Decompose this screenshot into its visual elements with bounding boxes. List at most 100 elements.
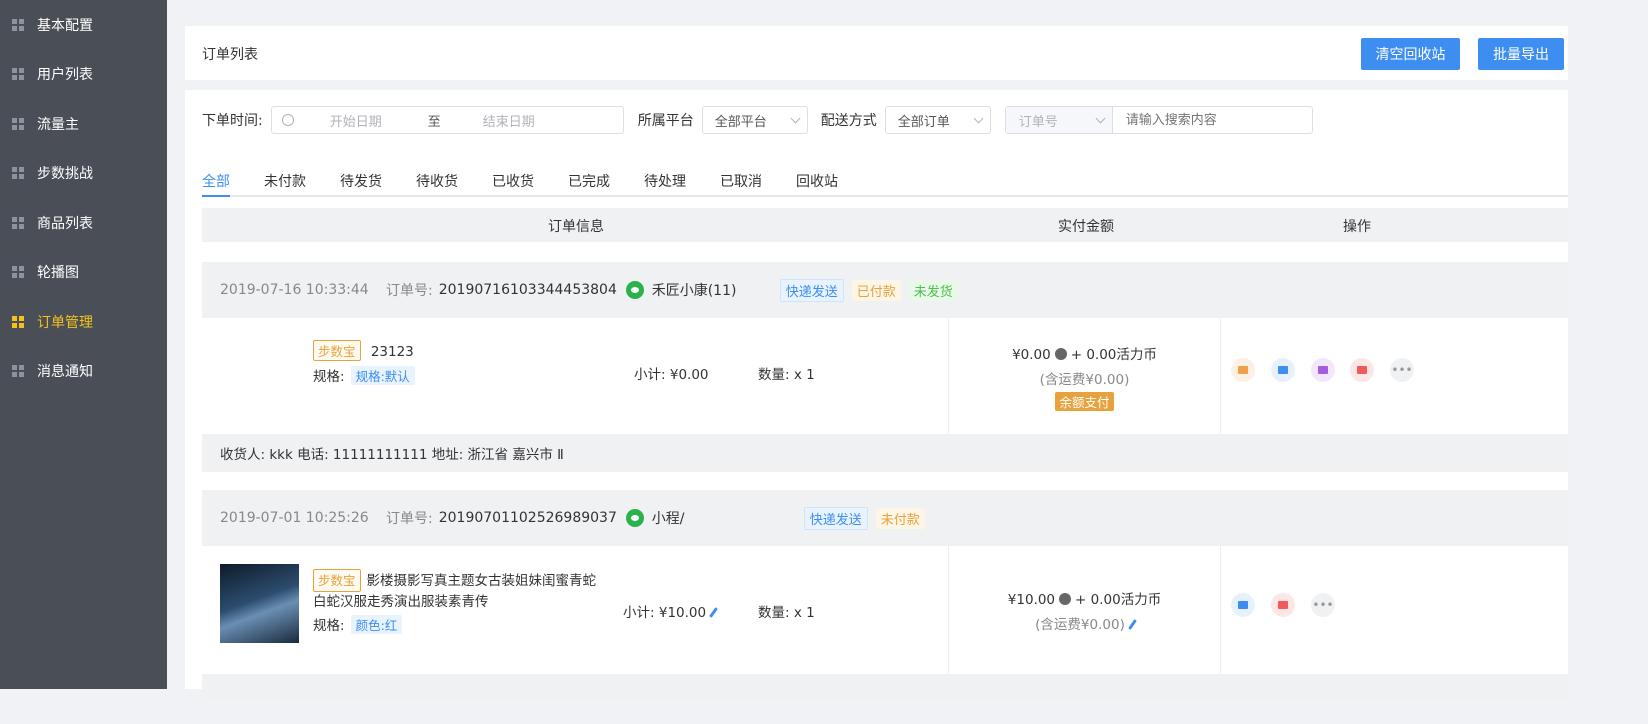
delivery-label: 配送方式 xyxy=(820,113,877,129)
print-icon[interactable] xyxy=(1271,358,1295,382)
search-field-select[interactable]: 订单号 xyxy=(1005,107,1113,133)
end-date-input[interactable]: 结束日期 xyxy=(483,111,535,130)
product-name-line1: 影楼摄影写真主题女古装姐妹闺蜜青蛇 xyxy=(366,573,597,589)
order-body: 步数宝 影楼摄影写真主题女古装姐妹闺蜜青蛇 白蛇汉服走秀演出服装素青传 规格: 颜色… xyxy=(202,546,1568,674)
delivery-tag: 快递发送 xyxy=(803,506,868,530)
shop-name: 小程/ xyxy=(651,511,685,527)
sidebar-item[interactable]: 用户列表 xyxy=(0,50,167,100)
sidebar-item[interactable]: 轮播图 xyxy=(0,248,167,298)
qty-label: 数量: xyxy=(758,605,790,621)
more-icon[interactable]: ••• xyxy=(1390,358,1414,382)
status-tab[interactable]: 待收货 xyxy=(416,163,458,195)
wechat-icon xyxy=(625,509,644,527)
search-input[interactable] xyxy=(1112,108,1303,132)
product-image[interactable] xyxy=(220,564,299,643)
sidebar-item[interactable]: 订单管理 xyxy=(0,297,167,347)
wechat-icon xyxy=(625,281,644,299)
shipping-fee: (含运费¥0.00) xyxy=(1035,617,1125,633)
amount-coins: + 0.00活力币 xyxy=(1070,347,1157,363)
platform-select[interactable]: 全部平台 xyxy=(701,106,808,134)
grid-icon xyxy=(12,365,24,378)
message-icon[interactable] xyxy=(1350,358,1374,382)
spec-value: 规格:默认 xyxy=(350,366,415,385)
product-name-line2: 白蛇汉服走秀演出服装素青传 xyxy=(313,594,489,610)
sidebar-item[interactable]: 消息通知 xyxy=(0,347,167,397)
product-badge: 步数宝 xyxy=(313,340,361,361)
edit-icon[interactable] xyxy=(1127,619,1137,630)
shipping-fee: (含运费¥0.00) xyxy=(1039,372,1130,388)
order-ops: ••• xyxy=(1221,546,1568,674)
subtotal-value: ¥10.00 xyxy=(658,605,707,621)
grid-icon xyxy=(12,266,24,279)
info-icon[interactable] xyxy=(1054,348,1067,360)
order-product: 步数宝 23123 规格: 规格:默认 小计: ¥0.00 数量: x 1 xyxy=(202,318,949,434)
status-tab[interactable]: 已完成 xyxy=(568,163,610,195)
search-field-value: 订单号 xyxy=(1018,114,1058,130)
status-tab[interactable]: 待发货 xyxy=(340,163,382,195)
date-range-picker[interactable]: 开始日期 至 结束日期 xyxy=(270,106,624,134)
sidebar-item-label: 用户列表 xyxy=(37,67,93,84)
status-tab[interactable]: 回收站 xyxy=(796,163,838,195)
delivery-tag: 快递发送 xyxy=(779,278,844,302)
col-ops: 操作 xyxy=(1343,219,1371,235)
qty-value: x 1 xyxy=(793,367,815,383)
delivery-select-value: 全部订单 xyxy=(897,114,950,130)
sidebar-item[interactable]: 流量主 xyxy=(0,99,167,149)
order-product: 步数宝 影楼摄影写真主题女古装姐妹闺蜜青蛇 白蛇汉服走秀演出服装素青传 规格: 颜色… xyxy=(202,546,949,674)
subtotal-label: 小计: xyxy=(634,367,666,383)
order-body: 步数宝 23123 规格: 规格:默认 小计: ¥0.00 数量: x 1 ¥0… xyxy=(202,318,1568,434)
platform-label: 所属平台 xyxy=(637,113,694,129)
amount-value: ¥0.00 xyxy=(1012,347,1051,363)
sidebar-item[interactable]: 商品列表 xyxy=(0,198,167,248)
order-header: 2019-07-01 10:25:26 订单号: 201907011025269… xyxy=(202,490,1568,546)
qty-value: x 1 xyxy=(793,605,815,621)
order-ops: ••• xyxy=(1221,318,1568,434)
sidebar-item-label: 基本配置 xyxy=(37,17,93,34)
sidebar-item-label: 步数挑战 xyxy=(37,166,93,183)
message-icon[interactable] xyxy=(1271,593,1295,617)
amount-value: ¥10.00 xyxy=(1007,592,1056,608)
search-group: 订单号 xyxy=(1004,106,1313,134)
chevron-down-icon xyxy=(1095,113,1106,123)
info-icon[interactable] xyxy=(1059,593,1072,605)
status-tab[interactable]: 未付款 xyxy=(264,163,306,195)
delivery-select[interactable]: 全部订单 xyxy=(884,106,991,134)
status-tab[interactable]: 待处理 xyxy=(644,163,686,195)
qty-label: 数量: xyxy=(758,367,790,383)
order-no: 20190716103344453804 xyxy=(438,282,617,298)
sidebar-item-label: 消息通知 xyxy=(37,364,93,381)
grid-icon xyxy=(12,216,24,229)
status-tab[interactable]: 已收货 xyxy=(492,163,534,195)
sidebar-item-label: 订单管理 xyxy=(37,314,93,331)
col-order-info: 订单信息 xyxy=(548,219,604,235)
print-icon[interactable] xyxy=(1231,593,1255,617)
order-no-label: 订单号: xyxy=(386,283,433,299)
subtotal-label: 小计: xyxy=(623,605,655,621)
order-time-label: 下单时间: xyxy=(202,113,263,129)
shirt-icon[interactable] xyxy=(1311,358,1335,382)
order-no: 20190701102526989037 xyxy=(438,510,617,526)
grid-icon xyxy=(12,315,24,328)
product-badge: 步数宝 xyxy=(313,569,361,592)
more-icon[interactable]: ••• xyxy=(1311,593,1335,617)
clear-recycle-button[interactable]: 清空回收站 xyxy=(1361,38,1460,70)
shop-name: 禾匠小康(11) xyxy=(651,283,737,299)
chevron-down-icon xyxy=(973,113,984,123)
spec-label: 规格: xyxy=(313,369,345,385)
order-card: 2019-07-16 10:33:44 订单号: 201907161033444… xyxy=(202,262,1568,472)
box-icon[interactable] xyxy=(1231,358,1255,382)
order-amount: ¥10.00 + 0.00活力币 (含运费¥0.00) xyxy=(949,546,1221,674)
status-tab[interactable]: 已取消 xyxy=(720,163,762,195)
status-tab[interactable]: 全部 xyxy=(202,163,230,197)
sidebar-item-label: 流量主 xyxy=(37,116,79,133)
spec-label: 规格: xyxy=(313,618,345,634)
sidebar-item[interactable]: 步数挑战 xyxy=(0,149,167,199)
order-datetime: 2019-07-01 10:25:26 xyxy=(220,510,369,526)
edit-icon[interactable] xyxy=(709,607,718,618)
order-card: 2019-07-01 10:25:26 订单号: 201907011025269… xyxy=(202,490,1568,700)
order-amount: ¥0.00 + 0.00活力币 (含运费¥0.00) 余额支付 xyxy=(949,318,1221,434)
batch-export-button[interactable]: 批量导出 xyxy=(1478,38,1564,70)
sidebar-item[interactable]: 基本配置 xyxy=(0,0,167,50)
col-amount: 实付金额 xyxy=(1058,219,1114,235)
start-date-input[interactable]: 开始日期 xyxy=(330,111,428,130)
